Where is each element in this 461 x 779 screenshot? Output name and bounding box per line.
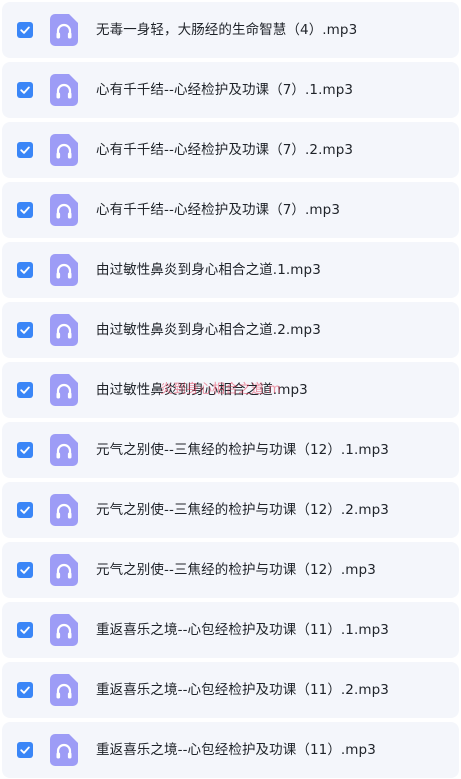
file-row[interactable]: 心有千千结--心经检护及功课（7）.2.mp3 xyxy=(2,122,459,178)
file-name: 重返喜乐之境--心包经检护及功课（11）.1.mp3 xyxy=(96,622,390,638)
file-checkbox[interactable] xyxy=(17,622,33,638)
file-checkbox[interactable] xyxy=(17,322,33,338)
audio-file-headphones-icon xyxy=(50,374,78,406)
file-name: 心有千千结--心经检护及功课（7）.2.mp3 xyxy=(96,142,354,158)
file-checkbox[interactable] xyxy=(17,562,33,578)
checkmark-icon xyxy=(20,506,30,514)
file-row[interactable]: 重返喜乐之境--心包经检护及功课（11）.mp3 xyxy=(2,722,459,778)
checkmark-icon xyxy=(20,746,30,754)
audio-file-headphones-icon xyxy=(50,554,78,586)
checkmark-icon xyxy=(20,26,30,34)
checkmark-icon xyxy=(20,266,30,274)
checkmark-icon xyxy=(20,566,30,574)
file-name: 无毒一身轻，大肠经的生命智慧（4）.mp3 xyxy=(96,22,358,38)
file-row[interactable]: 由过敏性鼻炎到身心相合之道.1.mp3 xyxy=(2,242,459,298)
audio-file-headphones-icon xyxy=(50,194,78,226)
file-row[interactable]: 由过敏性鼻炎到身心相合之道.2.mp3 xyxy=(2,302,459,358)
file-checkbox[interactable] xyxy=(17,442,33,458)
file-row[interactable]: 无毒一身轻，大肠经的生命智慧（4）.mp3 xyxy=(2,2,459,58)
audio-file-headphones-icon xyxy=(50,614,78,646)
checkmark-icon xyxy=(20,446,30,454)
checkmark-icon xyxy=(20,206,30,214)
file-name: 由过敏性鼻炎到身心相合之道.mp3 xyxy=(96,382,308,398)
file-checkbox[interactable] xyxy=(17,382,33,398)
audio-file-headphones-icon xyxy=(50,254,78,286)
audio-file-headphones-icon xyxy=(50,74,78,106)
file-checkbox[interactable] xyxy=(17,22,33,38)
file-checkbox[interactable] xyxy=(17,202,33,218)
file-name: 重返喜乐之境--心包经检护及功课（11）.2.mp3 xyxy=(96,682,390,698)
audio-file-headphones-icon xyxy=(50,14,78,46)
checkmark-icon xyxy=(20,146,30,154)
checkmark-icon xyxy=(20,626,30,634)
file-checkbox[interactable] xyxy=(17,82,33,98)
file-checkbox[interactable] xyxy=(17,142,33,158)
file-row[interactable]: 元气之别使--三焦经的检护与功课（12）.1.mp3 xyxy=(2,422,459,478)
audio-file-headphones-icon xyxy=(50,494,78,526)
file-list: 无毒一身轻，大肠经的生命智慧（4）.mp3 心有千千结--心经检护及功课（7）.… xyxy=(0,0,461,779)
file-row[interactable]: 元气之别使--三焦经的检护与功课（12）.2.mp3 xyxy=(2,482,459,538)
file-name: 心有千千结--心经检护及功课（7）.mp3 xyxy=(96,202,341,218)
file-row[interactable]: 元气之别使--三焦经的检护与功课（12）.mp3 xyxy=(2,542,459,598)
audio-file-headphones-icon xyxy=(50,314,78,346)
file-name: 元气之别使--三焦经的检护与功课（12）.2.mp3 xyxy=(96,502,390,518)
file-checkbox[interactable] xyxy=(17,742,33,758)
audio-file-headphones-icon xyxy=(50,434,78,466)
checkmark-icon xyxy=(20,386,30,394)
audio-file-headphones-icon xyxy=(50,734,78,766)
file-row[interactable]: 重返喜乐之境--心包经检护及功课（11）.1.mp3 xyxy=(2,602,459,658)
file-name: 元气之别使--三焦经的检护与功课（12）.1.mp3 xyxy=(96,442,390,458)
file-checkbox[interactable] xyxy=(17,682,33,698)
file-checkbox[interactable] xyxy=(17,502,33,518)
file-row[interactable]: 心有千千结--心经检护及功课（7）.1.mp3 xyxy=(2,62,459,118)
checkmark-icon xyxy=(20,86,30,94)
file-row[interactable]: 由过敏性鼻炎到身心相合之道.mp3 xyxy=(2,362,459,418)
audio-file-headphones-icon xyxy=(50,674,78,706)
checkmark-icon xyxy=(20,326,30,334)
file-name: 重返喜乐之境--心包经检护及功课（11）.mp3 xyxy=(96,742,376,758)
file-name: 元气之别使--三焦经的检护与功课（12）.mp3 xyxy=(96,562,376,578)
file-checkbox[interactable] xyxy=(17,262,33,278)
file-row[interactable]: 心有千千结--心经检护及功课（7）.mp3 xyxy=(2,182,459,238)
file-name: 由过敏性鼻炎到身心相合之道.1.mp3 xyxy=(96,262,321,278)
audio-file-headphones-icon xyxy=(50,134,78,166)
file-name: 心有千千结--心经检护及功课（7）.1.mp3 xyxy=(96,82,354,98)
checkmark-icon xyxy=(20,686,30,694)
file-row[interactable]: 重返喜乐之境--心包经检护及功课（11）.2.mp3 xyxy=(2,662,459,718)
file-name: 由过敏性鼻炎到身心相合之道.2.mp3 xyxy=(96,322,321,338)
